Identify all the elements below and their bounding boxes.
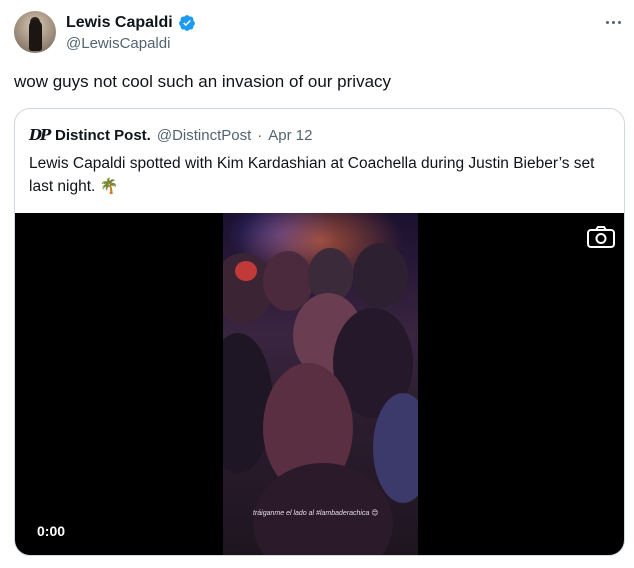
video-overlay-caption: tráiganme el lado al #lambaderachica 😊 [253, 510, 379, 517]
avatar-figure [29, 20, 42, 51]
quoted-tweet-header: DP Distinct Post. @DistinctPost · Apr 12 [29, 125, 312, 145]
avatar[interactable] [14, 11, 56, 53]
author-display-name[interactable]: Lewis Capaldi [66, 14, 173, 32]
tweet-text: wow guys not cool such an invasion of ou… [14, 72, 392, 91]
quoted-text: Lewis Capaldi spotted with Kim Kardashia… [29, 153, 619, 198]
quoted-handle[interactable]: @DistinctPost [157, 127, 251, 144]
quoted-date[interactable]: Apr 12 [268, 127, 312, 144]
tweet-card[interactable]: Lewis Capaldi @LewisCapaldi wow guys not… [0, 0, 634, 568]
video-frame[interactable]: tráiganme el lado al #lambaderachica 😊 [223, 213, 418, 555]
author-handle[interactable]: @LewisCapaldi [66, 35, 170, 52]
video-timestamp: 0:00 [33, 522, 70, 540]
quoted-tweet[interactable]: DP Distinct Post. @DistinctPost · Apr 12… [14, 108, 625, 556]
quoted-display-name[interactable]: Distinct Post. [55, 127, 151, 144]
palm-tree-emoji: 🌴 [99, 177, 119, 195]
distinct-post-logo: DP [29, 126, 51, 144]
video-player[interactable]: tráiganme el lado al #lambaderachica 😊 0… [15, 213, 624, 555]
author-name-row: Lewis Capaldi [66, 12, 196, 34]
separator-dot: · [257, 126, 263, 144]
camera-icon[interactable] [586, 225, 616, 249]
verified-badge-icon [178, 15, 195, 31]
more-options-icon[interactable] [598, 12, 628, 32]
